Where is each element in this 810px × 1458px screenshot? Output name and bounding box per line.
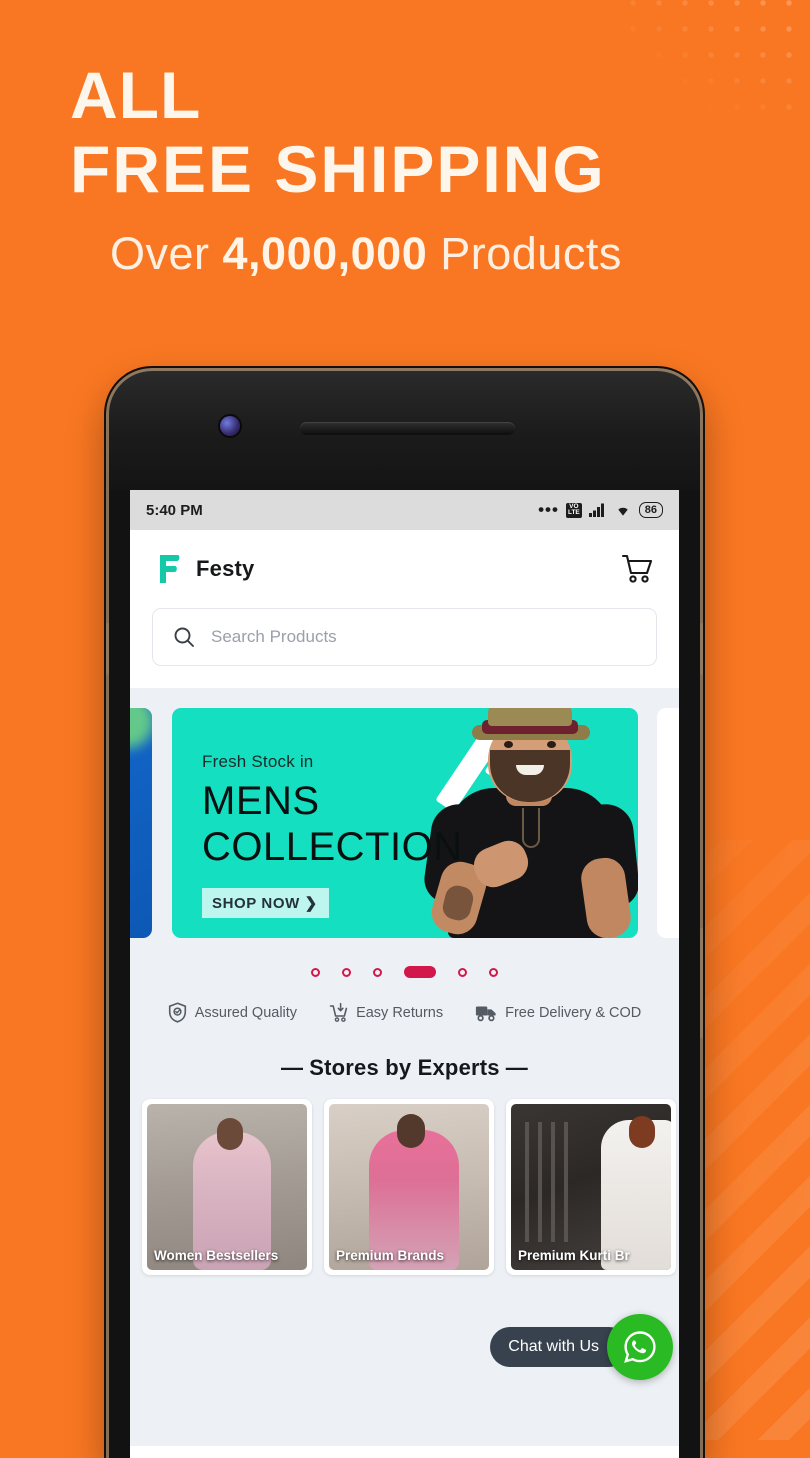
phone-volume-button bbox=[700, 928, 703, 1038]
status-more-dots-icon: ••• bbox=[538, 500, 559, 519]
banner-line-2: COLLECTION bbox=[202, 825, 463, 869]
hero-line-1: ALL bbox=[70, 58, 202, 132]
section-title-text: Stores by Experts bbox=[309, 1055, 500, 1080]
store-card-list[interactable]: Women Bestsellers Premium Brands Premium… bbox=[130, 1099, 679, 1275]
signal-bars-icon bbox=[588, 503, 604, 517]
status-bar: 5:40 PM ••• VO LTE 86 bbox=[130, 490, 679, 530]
chat-with-us-button[interactable]: Chat with Us bbox=[490, 1314, 673, 1380]
hero-line-2: FREE SHIPPING bbox=[70, 132, 606, 206]
feature-label: Assured Quality bbox=[194, 1004, 298, 1021]
hero-headline-block: ALL FREE SHIPPING Over 4,000,000 Product… bbox=[0, 0, 810, 280]
shopping-cart-icon[interactable] bbox=[621, 554, 653, 584]
hero-subtitle-number: 4,000,000 bbox=[222, 228, 428, 279]
store-card-label: Premium Brands bbox=[336, 1248, 445, 1263]
status-time: 5:40 PM bbox=[146, 501, 203, 519]
hero-subtitle-suffix: Products bbox=[427, 228, 622, 279]
search-input[interactable]: Search Products bbox=[152, 608, 657, 666]
front-camera-icon bbox=[220, 416, 240, 436]
store-card-label: Women Bestsellers bbox=[154, 1248, 279, 1263]
store-card-image bbox=[147, 1104, 307, 1270]
feature-free-delivery-cod: Free Delivery & COD bbox=[475, 1003, 641, 1022]
phone-left-button bbox=[106, 623, 109, 675]
wifi-icon bbox=[618, 507, 628, 516]
banner-kicker: Fresh Stock in bbox=[202, 752, 314, 771]
section-title-stores: — Stores by Experts — bbox=[130, 1041, 679, 1099]
feature-label: Easy Returns bbox=[356, 1004, 444, 1021]
delivery-truck-icon bbox=[476, 1006, 496, 1022]
status-icons: ••• VO LTE 86 bbox=[538, 500, 663, 519]
store-card[interactable]: Women Bestsellers bbox=[142, 1099, 312, 1275]
carousel-dot-6[interactable] bbox=[489, 967, 498, 977]
phone-right-button bbox=[700, 623, 703, 675]
section-dash-left: — bbox=[281, 1055, 304, 1080]
section-dash-right: — bbox=[505, 1055, 528, 1080]
phone-top-bezel bbox=[106, 368, 703, 490]
carousel-dot-5[interactable] bbox=[458, 967, 467, 977]
search-icon bbox=[174, 627, 194, 647]
store-card[interactable]: Premium Kurti Br bbox=[506, 1099, 676, 1275]
shop-now-button[interactable]: SHOP NOW ❯ bbox=[202, 888, 329, 918]
carousel-dot-2[interactable] bbox=[342, 967, 351, 977]
chevron-right-icon: ❯ bbox=[304, 895, 318, 912]
store-card-image bbox=[511, 1104, 671, 1270]
screen-bottom-strip bbox=[130, 1446, 679, 1458]
store-card-label: Premium Kurti Br bbox=[518, 1248, 630, 1263]
feature-assured-quality: Assured Quality bbox=[168, 1002, 297, 1023]
banner-line-1: MENS bbox=[202, 779, 320, 823]
carousel-dot-4-active[interactable] bbox=[404, 966, 436, 978]
phone-mockup: 5:40 PM ••• VO LTE 86 Festy Search Produ… bbox=[106, 368, 703, 1458]
feature-label: Free Delivery & COD bbox=[505, 1004, 642, 1021]
banner-text-block: Fresh Stock in MENS COLLECTION SHOP NOW … bbox=[202, 752, 463, 918]
brand-name: Festy bbox=[196, 556, 255, 581]
carousel-dot-3[interactable] bbox=[373, 967, 382, 977]
return-cart-icon bbox=[329, 1002, 348, 1022]
store-card-image bbox=[329, 1104, 489, 1270]
volte-line-2: LTE bbox=[567, 509, 580, 516]
carousel-slide-active[interactable]: Fresh Stock in MENS COLLECTION SHOP NOW … bbox=[172, 708, 638, 938]
hero-subtitle-prefix: Over bbox=[110, 228, 223, 279]
whatsapp-icon[interactable] bbox=[607, 1314, 673, 1380]
carousel-slide-next[interactable] bbox=[657, 708, 679, 938]
feature-easy-returns: Easy Returns bbox=[329, 1002, 443, 1023]
carousel-dot-1[interactable] bbox=[311, 967, 320, 977]
phone-screen: 5:40 PM ••• VO LTE 86 Festy Search Produ… bbox=[130, 490, 679, 1458]
earpiece-speaker bbox=[300, 422, 515, 435]
carousel-pagination[interactable] bbox=[130, 948, 679, 996]
hero-subtitle: Over 4,000,000 Products bbox=[110, 228, 810, 280]
shop-now-label: SHOP NOW bbox=[212, 895, 300, 912]
festy-logo-icon bbox=[160, 555, 180, 583]
brand-block: Festy bbox=[156, 553, 254, 585]
banner-carousel[interactable]: Fresh Stock in MENS COLLECTION SHOP NOW … bbox=[130, 698, 679, 948]
whatsapp-glyph-icon bbox=[624, 1331, 656, 1363]
app-header: Festy bbox=[130, 530, 679, 608]
store-card[interactable]: Premium Brands bbox=[324, 1099, 494, 1275]
search-section: Search Products bbox=[130, 608, 679, 688]
features-row: Assured Quality Easy Returns Free Delive… bbox=[130, 996, 679, 1041]
carousel-slide-previous[interactable] bbox=[130, 708, 152, 938]
search-placeholder: Search Products bbox=[211, 627, 337, 646]
volte-icon: VO LTE bbox=[565, 502, 582, 518]
battery-indicator: 86 bbox=[638, 502, 663, 518]
shield-check-icon bbox=[168, 1002, 186, 1023]
